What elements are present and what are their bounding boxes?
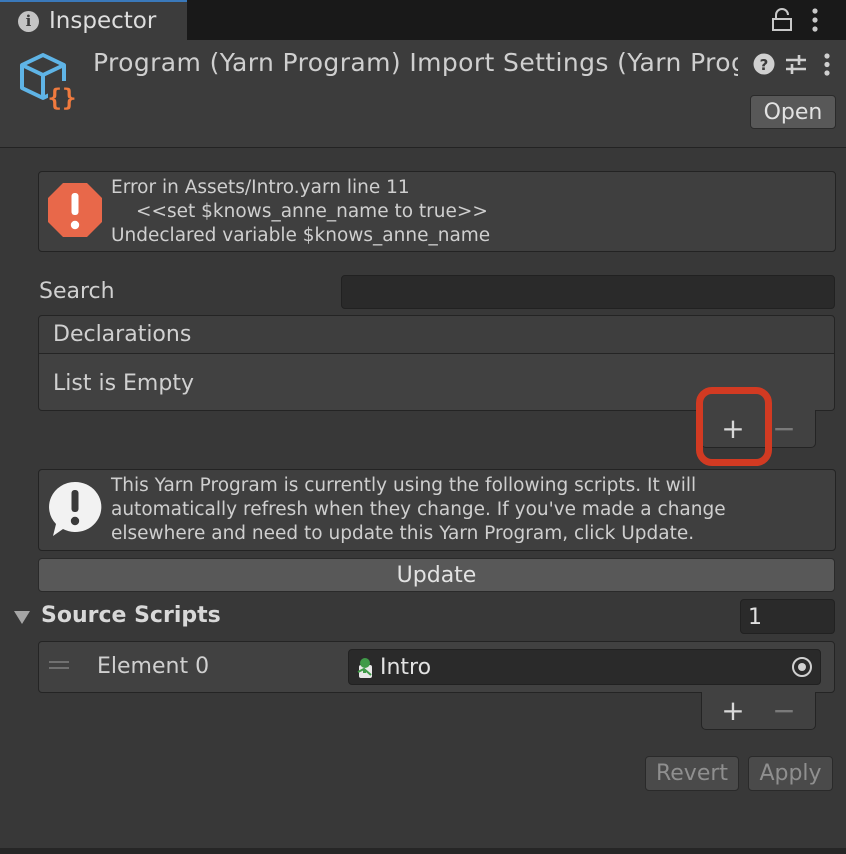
update-button[interactable]: Update (38, 558, 835, 592)
svg-text:?: ? (760, 56, 769, 74)
yarn-program-asset-icon: {} (20, 53, 77, 112)
declarations-header: Declarations (53, 322, 192, 347)
info-line-3: elsewhere and need to update this Yarn P… (111, 523, 695, 544)
svg-text:{}: {} (48, 84, 77, 112)
apply-button[interactable]: Apply (748, 756, 833, 791)
error-icon (48, 183, 102, 237)
object-picker-icon[interactable] (791, 656, 813, 678)
info-line-1: This Yarn Program is currently using the… (111, 475, 697, 496)
foldout-arrow-icon[interactable] (13, 609, 31, 625)
lock-icon[interactable] (771, 8, 793, 32)
drag-handle-icon[interactable] (48, 659, 70, 671)
tab-label: Inspector (49, 8, 157, 34)
tab-menu-icon[interactable] (808, 7, 822, 33)
page-title: Program (Yarn Program) Import Settings (… (93, 48, 738, 77)
open-button[interactable]: Open (750, 95, 836, 129)
error-line-1: Error in Assets/Intro.yarn line 11 (111, 177, 410, 198)
highlight-annotation (696, 387, 772, 466)
error-line-2: <<set $knows_anne_name to true>> (136, 201, 488, 222)
source-scripts-add-button[interactable]: + (713, 692, 753, 728)
list-empty-text: List is Empty (53, 371, 194, 396)
source-scripts-label[interactable]: Source Scripts (41, 603, 221, 628)
source-scripts-remove-button[interactable]: − (764, 692, 804, 728)
settings-sliders-icon[interactable] (785, 53, 807, 75)
search-input[interactable] (341, 275, 835, 309)
info-speech-icon (49, 481, 102, 536)
yarn-script-icon (357, 658, 372, 678)
revert-button[interactable]: Revert (645, 756, 739, 791)
error-line-3: Undeclared variable $knows_anne_name (111, 225, 491, 246)
tab-inspector[interactable]: i Inspector (0, 0, 187, 40)
bottom-divider (0, 848, 846, 854)
element-0-value: Intro (380, 655, 432, 680)
search-label: Search (39, 279, 115, 304)
help-icon[interactable]: ? (753, 53, 775, 75)
info-icon: i (18, 10, 39, 32)
element-0-label: Element 0 (97, 654, 210, 679)
info-line-2: automatically refresh when they change. … (111, 499, 726, 520)
source-scripts-count-field[interactable]: 1 (740, 599, 835, 634)
more-vertical-icon[interactable] (820, 52, 834, 78)
